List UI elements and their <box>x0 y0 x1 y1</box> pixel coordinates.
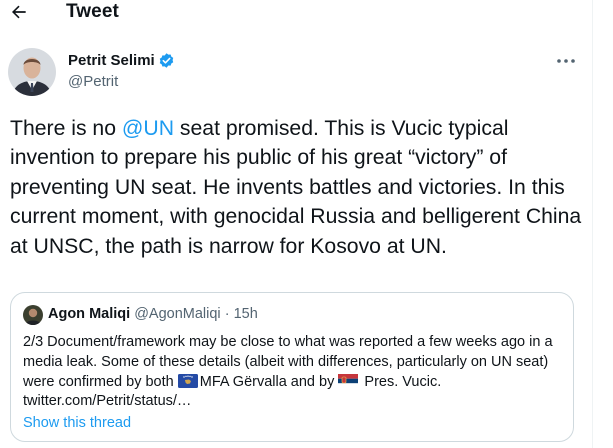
tweet-text-start: There is no <box>10 117 122 140</box>
quoted-author-handle[interactable]: @AgonMaliqi <box>134 306 220 322</box>
quoted-author-avatar[interactable] <box>23 305 43 325</box>
quoted-tweet-text: 2/3 Document/framework may be close to w… <box>23 333 568 412</box>
arrow-left-icon <box>12 5 26 19</box>
quoted-tweet-header: Agon Maliqi @AgonMaliqi · 15h <box>48 306 258 322</box>
verified-badge-icon <box>159 53 173 68</box>
mention-link[interactable]: @UN <box>122 117 174 140</box>
author-avatar[interactable] <box>8 48 56 96</box>
quoted-tweet-card[interactable]: Agon Maliqi @AgonMaliqi · 15h 2/3 Docume… <box>10 292 574 442</box>
more-options-button[interactable] <box>553 50 579 72</box>
quoted-avatar-image <box>23 305 43 325</box>
more-horizontal-icon <box>557 59 575 63</box>
author-name[interactable]: Petrit Selimi <box>68 52 175 69</box>
avatar-image <box>8 48 56 96</box>
page-title: Tweet <box>66 1 119 22</box>
author-handle[interactable]: @Petrit <box>68 73 118 90</box>
top-bar: Tweet <box>0 0 592 26</box>
tweet-body: There is no @UN seat promised. This is V… <box>10 114 590 261</box>
quoted-author-name[interactable]: Agon Maliqi <box>48 306 130 322</box>
quoted-timestamp[interactable]: 15h <box>234 306 258 322</box>
column-divider <box>592 0 593 448</box>
kosovo-flag-icon <box>177 373 198 388</box>
quoted-text-part-2: MFA Gërvalla and by <box>199 373 339 390</box>
show-thread-link[interactable]: Show this thread <box>23 415 131 431</box>
serbia-flag-icon <box>338 373 359 388</box>
author-display-name: Petrit Selimi <box>68 52 155 69</box>
back-button[interactable] <box>6 0 32 24</box>
quoted-text-part-3: Pres. Vucic. <box>360 373 442 390</box>
meta-separator: · <box>220 306 234 322</box>
quoted-tweet-link[interactable]: twitter.com/Petrit/status/… <box>23 393 191 409</box>
